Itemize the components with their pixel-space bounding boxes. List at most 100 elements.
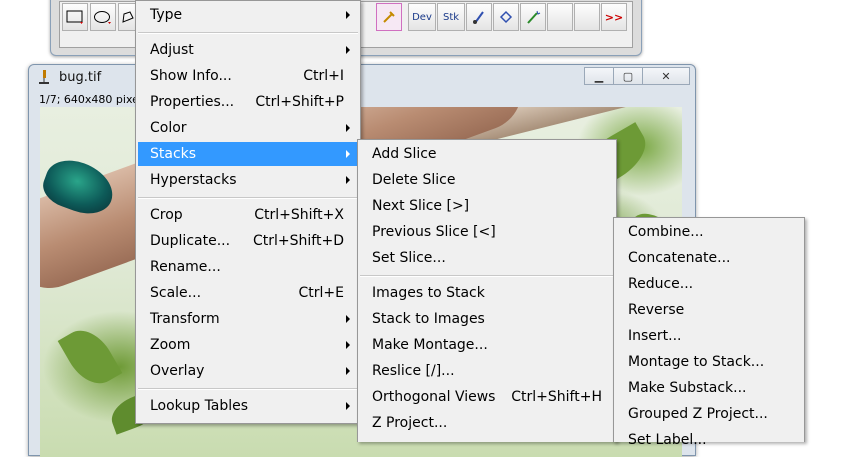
empty-tool-button-2[interactable] [574,3,600,31]
oval-tool-button[interactable] [90,3,116,31]
submenu-arrow-icon [346,11,350,19]
menu-item-shortcut: Ctrl+E [298,285,345,301]
menu-item-label: Hyperstacks [150,172,237,188]
menu-item-transform[interactable]: Transform [138,307,358,331]
wand-icon [527,10,541,24]
menu-separator [138,32,358,34]
menu-item-label: Combine... [628,224,704,240]
menu-item-make-substack[interactable]: Make Substack... [616,376,802,400]
menu-item-label: Color [150,120,187,136]
close-icon: ✕ [661,69,671,83]
menu-item-label: Overlay [150,363,205,379]
empty-tool-button-1[interactable] [547,3,573,31]
maximize-icon: ▢ [622,69,634,83]
menu-item-label: Previous Slice [<] [372,224,496,240]
menu-item-images-to-stack[interactable]: Images to Stack [360,281,614,305]
menu-item-hyperstacks[interactable]: Hyperstacks [138,168,358,192]
menu-item-type[interactable]: Type [138,3,358,27]
menu-item-concatenate[interactable]: Concatenate... [616,246,802,270]
rectangle-icon [66,10,83,24]
menu-item-reduce[interactable]: Reduce... [616,272,802,296]
menu-item-label: Zoom [150,337,191,353]
menu-item-lookup-tables[interactable]: Lookup Tables [138,394,358,418]
submenu-arrow-icon [346,367,350,375]
menu-item-label: Properties... [150,94,235,110]
submenu-arrow-icon [346,402,350,410]
minimize-icon: ▁ [594,69,604,83]
menu-item-label: Make Substack... [628,380,747,396]
menu-item-color[interactable]: Color [138,116,358,140]
menu-item-shortcut: Ctrl+Shift+D [253,233,344,249]
menu-item-orthogonal-views[interactable]: Orthogonal Views Ctrl+Shift+H [360,385,614,409]
fill-tool-button[interactable] [493,3,519,31]
menu-item-combine[interactable]: Combine... [616,220,802,244]
menu-item-reverse[interactable]: Reverse [616,298,802,322]
window-title: bug.tif [59,70,102,85]
menu-item-shortcut: Ctrl+Shift+X [254,207,344,223]
menu-item-set-label[interactable]: Set Label... [616,428,802,452]
menu-item-make-montage[interactable]: Make Montage... [360,333,614,357]
menu-item-label: Add Slice [372,146,437,162]
menu-item-scale[interactable]: Scale... Ctrl+E [138,281,358,305]
menu-item-shortcut: Ctrl+Shift+H [511,389,602,405]
tools-submenu: Combine... Concatenate... Reduce... Reve… [613,217,805,448]
menu-item-z-project[interactable]: Z Project... [360,411,614,435]
menu-item-insert[interactable]: Insert... [616,324,802,348]
menu-item-grouped-z-project[interactable]: Grouped Z Project... [616,402,802,426]
menu-item-adjust[interactable]: Adjust [138,38,358,62]
more-tools-button[interactable]: >> [601,3,627,31]
menu-item-label: Delete Slice [372,172,456,188]
menu-item-reslice[interactable]: Reslice [/]... [360,359,614,383]
menu-item-montage-to-stack[interactable]: Montage to Stack... [616,350,802,374]
more-tools-label: >> [604,10,624,24]
menu-item-label: Duplicate... [150,233,231,249]
stk-tool-button[interactable]: Stk [437,3,465,31]
menu-item-label: Grouped Z Project... [628,406,768,422]
menu-item-delete-slice[interactable]: Delete Slice [360,168,614,192]
menu-item-label: Montage to Stack... [628,354,765,370]
menu-item-label: Reverse [628,302,685,318]
menu-item-stacks[interactable]: Stacks [138,142,358,166]
menu-item-rename[interactable]: Rename... [138,255,358,279]
wand-tool-button[interactable] [520,3,546,31]
close-button[interactable]: ✕ [642,67,690,85]
menu-item-duplicate[interactable]: Duplicate... Ctrl+Shift+D [138,229,358,253]
menu-item-set-slice[interactable]: Set Slice... [360,246,614,270]
menu-separator [138,388,358,390]
menu-item-label: Stack to Images [372,311,485,327]
menu-item-label: Lookup Tables [150,398,249,414]
menu-item-overlay[interactable]: Overlay [138,359,358,383]
maximize-button[interactable]: ▢ [613,67,643,85]
microscope-icon [39,70,49,84]
menu-item-next-slice[interactable]: Next Slice [>] [360,194,614,218]
menu-item-properties[interactable]: Properties... Ctrl+Shift+P [138,90,358,114]
brush-tool-button[interactable] [466,3,492,31]
menu-item-shortcut: Ctrl+I [303,68,344,84]
menu-item-stack-to-images[interactable]: Stack to Images [360,307,614,331]
menu-item-label: Adjust [150,42,194,58]
menu-item-add-slice[interactable]: Add Slice [360,142,614,166]
rectangle-tool-button[interactable] [62,3,88,31]
menu-item-label: Next Slice [>] [372,198,470,214]
stk-label: Stk [442,11,460,23]
menu-separator [360,275,614,277]
menu-item-label: Stacks [150,146,197,162]
image-menu: Type Adjust Show Info... Ctrl+I Propertie… [135,0,361,424]
menu-item-label: Images to Stack [372,285,485,301]
menu-item-label: Show Info... [150,68,232,84]
menu-item-label: Concatenate... [628,250,731,266]
menu-item-label: Z Project... [372,415,448,431]
color-picker-tool-button[interactable] [376,3,402,31]
minimize-button[interactable]: ▁ [584,67,614,85]
paint-bucket-icon [499,10,513,24]
menu-item-label: Reslice [/]... [372,363,455,379]
menu-item-crop[interactable]: Crop Ctrl+Shift+X [138,203,358,227]
menu-item-zoom[interactable]: Zoom [138,333,358,357]
dev-tool-button[interactable]: Dev [408,3,436,31]
menu-item-show-info[interactable]: Show Info... Ctrl+I [138,64,358,88]
dev-label: Dev [412,11,432,23]
menu-item-previous-slice[interactable]: Previous Slice [<] [360,220,614,244]
image-info: 1/7; 640x480 pixe [39,93,139,106]
submenu-arrow-icon [346,315,350,323]
menu-item-label: Type [150,7,183,23]
